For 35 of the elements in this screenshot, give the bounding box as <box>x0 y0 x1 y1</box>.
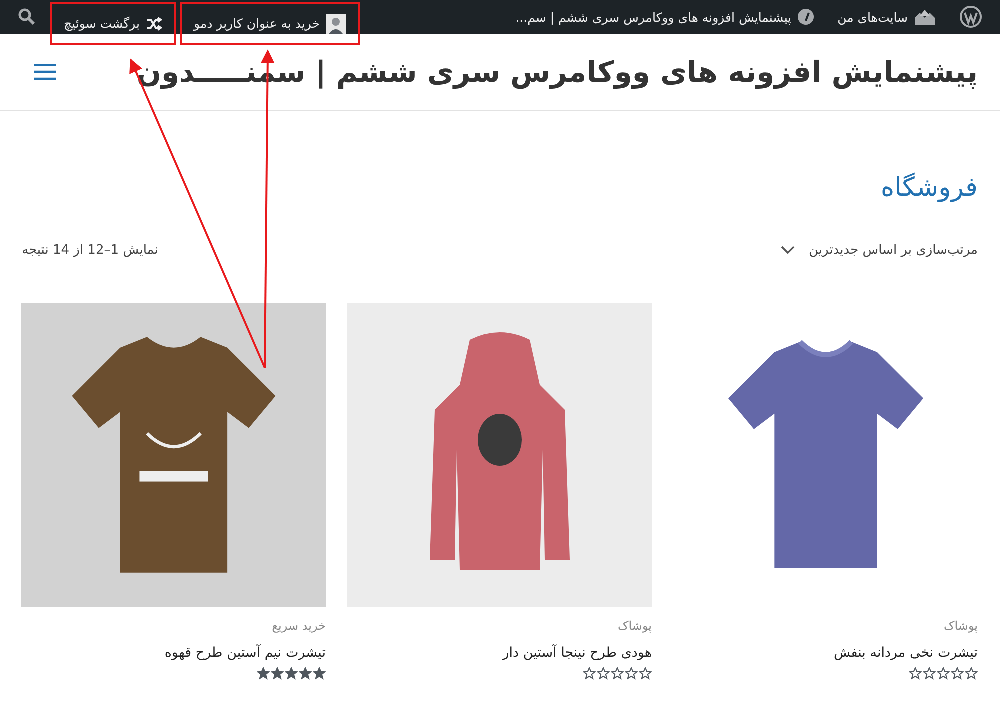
product-category[interactable]: پوشاک <box>347 619 652 633</box>
filled-star-icon <box>257 667 270 680</box>
product-title[interactable]: هودی طرح نینجا آستین دار <box>347 645 652 661</box>
filled-star-icon <box>299 667 312 680</box>
filled-star-icon <box>313 667 326 680</box>
empty-star-icon <box>923 667 936 680</box>
sort-dropdown[interactable]: مرتب‌سازی بر اساس جدیدترین <box>781 243 978 258</box>
shop-title: فروشگاه <box>880 173 978 203</box>
chevron-down-icon <box>781 246 796 255</box>
empty-star-icon <box>909 667 922 680</box>
empty-star-icon <box>965 667 978 680</box>
admin-bar-item[interactable]: خرید به عنوان کاربر دمو <box>180 2 360 45</box>
search-icon <box>18 8 36 26</box>
empty-star-icon <box>639 667 652 680</box>
filled-star-icon <box>285 667 298 680</box>
product-title[interactable]: تیشرت نخی مردانه بنفش <box>673 645 978 661</box>
product-category[interactable]: خرید سریع <box>21 619 326 633</box>
result-count: نمایش 1–12 از 14 نتیجه <box>22 243 158 258</box>
empty-star-icon <box>597 667 610 680</box>
filled-star-icon <box>271 667 284 680</box>
admin-bar-item[interactable]: برگشت سوئیچ <box>50 2 176 45</box>
admin-bar-item[interactable]: سایت‌های من <box>828 0 946 34</box>
empty-star-icon <box>611 667 624 680</box>
avatar-icon <box>326 14 346 34</box>
empty-star-icon <box>583 667 596 680</box>
wordpress-logo-icon <box>960 6 982 28</box>
product-category[interactable]: پوشاک <box>673 619 978 633</box>
admin-bar-item[interactable]: پیشنمایش افزونه های ووکامرس سری ششم | سم... <box>506 0 824 34</box>
empty-star-icon <box>937 667 950 680</box>
product-title[interactable]: تیشرت نیم آستین طرح قهوه <box>21 645 326 661</box>
dashboard-gauge-icon <box>798 9 814 25</box>
empty-star-icon <box>951 667 964 680</box>
menu-icon[interactable] <box>34 64 56 80</box>
empty-star-icon <box>625 667 638 680</box>
shuffle-icon <box>146 16 162 30</box>
